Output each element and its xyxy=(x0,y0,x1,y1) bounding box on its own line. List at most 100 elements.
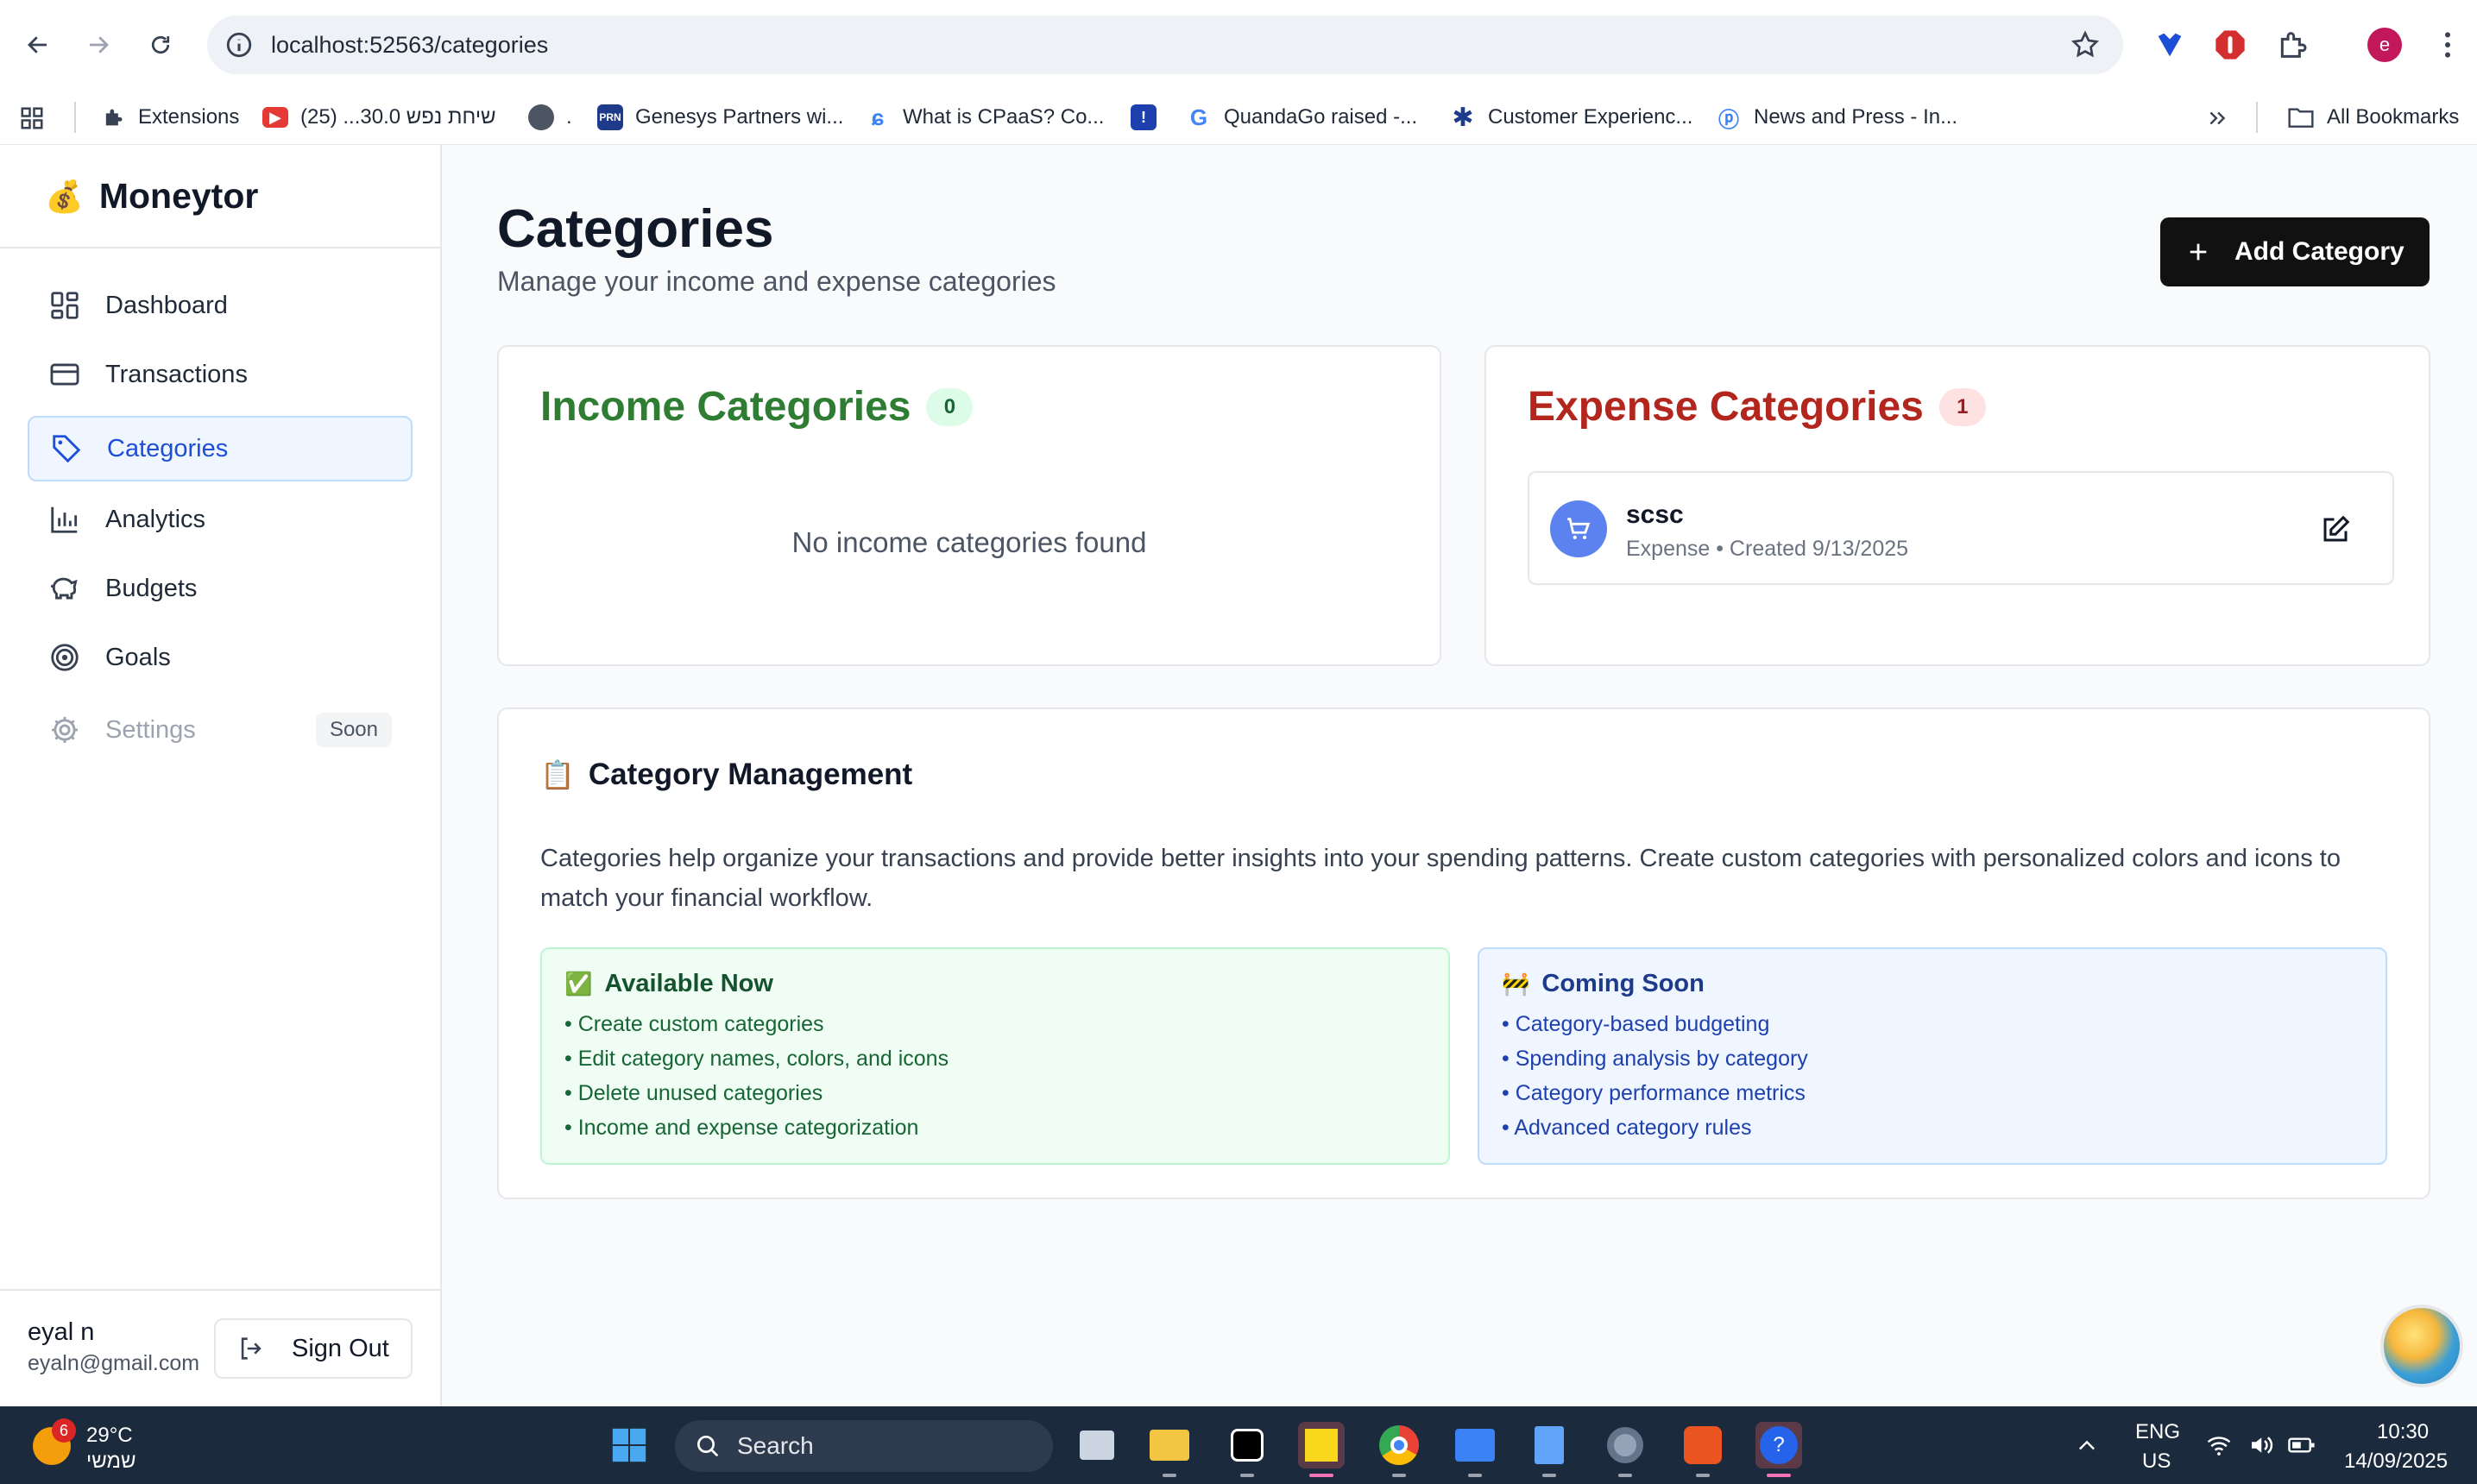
help-app-icon[interactable]: ? xyxy=(1755,1422,1802,1477)
list-item[interactable]: scsc Expense • Created 9/13/2025 xyxy=(1528,471,2394,585)
forward-button[interactable] xyxy=(79,26,117,64)
apps-grid-icon[interactable] xyxy=(19,105,45,131)
bookmark-cpaas[interactable]: ɕ What is CPaaS? Co... xyxy=(865,102,1105,133)
clock-date[interactable]: 14/09/2025 xyxy=(2344,1449,2448,1474)
money-bag-icon: 💰 xyxy=(45,178,84,214)
expense-count-badge: 1 xyxy=(1938,387,1986,426)
sidebar-item-dashboard[interactable]: Dashboard xyxy=(28,273,413,338)
exclaim-icon: ! xyxy=(1131,104,1157,130)
list-item: • Edit category names, colors, and icons xyxy=(564,1047,949,1071)
divider xyxy=(0,1289,440,1291)
tag-icon xyxy=(53,435,81,463)
volume-icon[interactable] xyxy=(2247,1432,2273,1458)
heart-shield-extension-icon[interactable] xyxy=(2152,28,2187,62)
bookmark-customer-experience[interactable]: ✱ Customer Experienc... xyxy=(1450,102,1692,133)
category-meta: Expense • Created 9/13/2025 xyxy=(1626,537,1909,561)
notepad-icon[interactable] xyxy=(1526,1422,1573,1477)
adblock-icon[interactable] xyxy=(2213,28,2247,62)
weather-badge: 6 xyxy=(52,1418,76,1443)
edit-icon[interactable] xyxy=(2320,514,2351,545)
taskbar-search[interactable]: Search xyxy=(675,1420,1053,1472)
management-title: Category Management xyxy=(588,758,913,791)
arrow-left-icon xyxy=(28,36,47,53)
battery-icon[interactable] xyxy=(2287,1432,2316,1458)
reload-icon xyxy=(151,35,170,54)
brand[interactable]: 💰 Moneytor xyxy=(45,176,258,217)
coming-soon-header: 🚧 Coming Soon xyxy=(1502,970,2363,998)
bookmark-youtube[interactable]: ▶ שיחת נפש 30.0... (25) xyxy=(262,102,496,133)
available-now-title: Available Now xyxy=(604,970,773,997)
sidebar-item-budgets[interactable]: Budgets xyxy=(28,556,413,621)
list-item: • Delete unused categories xyxy=(564,1081,823,1105)
bookmark-exclaim[interactable]: ! xyxy=(1131,102,1157,133)
wifi-icon[interactable] xyxy=(2206,1432,2232,1458)
assistant-avatar-icon[interactable] xyxy=(2380,1305,2463,1387)
chevron-double-right-icon[interactable] xyxy=(2206,107,2228,129)
windows-start-icon[interactable] xyxy=(606,1422,652,1468)
youtube-icon: ▶ xyxy=(262,107,288,128)
profile-avatar[interactable]: e xyxy=(2367,28,2402,62)
sidebar: 💰 Moneytor Dashboard Transactions Catego… xyxy=(0,145,442,1406)
puzzle-icon xyxy=(100,104,126,130)
address-bar[interactable]: localhost:52563/categories xyxy=(207,16,2123,74)
bookmark-star-icon[interactable] xyxy=(2070,29,2101,60)
divider xyxy=(0,247,440,248)
all-bookmarks[interactable]: All Bookmarks xyxy=(2287,102,2459,133)
url-text[interactable]: localhost:52563/categories xyxy=(271,32,548,59)
terminal-app-icon[interactable] xyxy=(1224,1422,1270,1477)
file-explorer-icon[interactable] xyxy=(1146,1422,1193,1477)
sticky-notes-icon[interactable] xyxy=(1298,1422,1345,1477)
bookmark-news[interactable]: ⓟ News and Press - In... xyxy=(1716,102,1957,133)
reload-button[interactable] xyxy=(142,26,180,64)
sidebar-item-settings: Settings Soon xyxy=(28,697,413,763)
bookmark-quandago[interactable]: G QuandaGo raised -... xyxy=(1186,102,1417,133)
all-bookmarks-label: All Bookmarks xyxy=(2327,105,2460,129)
google-icon: G xyxy=(1189,104,1208,130)
income-categories-card: Income Categories 0 No income categories… xyxy=(497,345,1441,666)
ubuntu-icon[interactable] xyxy=(1680,1422,1726,1477)
settings-gear-app-icon[interactable] xyxy=(1602,1422,1648,1477)
language-top[interactable]: ENG xyxy=(2135,1420,2180,1444)
bookmark-label: שיחת נפש 30.0... (25) xyxy=(300,105,496,129)
bookmark-globe[interactable]: . xyxy=(528,102,572,133)
bookmark-label: QuandaGo raised -... xyxy=(1224,105,1418,129)
add-category-button[interactable]: Add Category xyxy=(2160,217,2430,286)
back-button[interactable] xyxy=(19,26,57,64)
info-icon[interactable] xyxy=(224,30,254,60)
available-now-list: • Create custom categories • Edit catego… xyxy=(564,1007,1426,1145)
chevron-up-icon[interactable] xyxy=(2075,1434,2099,1458)
bookmark-extensions[interactable]: Extensions xyxy=(100,102,239,133)
sidebar-item-analytics[interactable]: Analytics xyxy=(28,487,413,552)
coming-soon-list: • Category-based budgeting • Spending an… xyxy=(1502,1007,2363,1145)
coming-soon-title: Coming Soon xyxy=(1541,970,1705,997)
star-cluster-icon: ✱ xyxy=(1452,103,1474,132)
chrome-icon[interactable] xyxy=(1376,1422,1422,1477)
language-bottom[interactable]: US xyxy=(2142,1449,2171,1474)
bookmark-genesys[interactable]: PRN Genesys Partners wi... xyxy=(597,102,843,133)
sidebar-item-label: Budgets xyxy=(105,574,198,602)
category-management-card: 📋 Category Management Categories help or… xyxy=(497,707,2430,1199)
sidebar-item-transactions[interactable]: Transactions xyxy=(28,342,413,407)
sign-out-label: Sign Out xyxy=(292,1334,389,1362)
extensions-puzzle-icon[interactable] xyxy=(2275,28,2310,62)
user-name: eyal n xyxy=(28,1318,95,1346)
clock-time[interactable]: 10:30 xyxy=(2377,1420,2429,1444)
sidebar-item-label: Categories xyxy=(107,434,229,462)
bookmarks-divider xyxy=(74,102,76,133)
photos-app-icon[interactable] xyxy=(1452,1422,1498,1477)
sidebar-item-categories[interactable]: Categories xyxy=(28,416,413,481)
sidebar-item-goals[interactable]: Goals xyxy=(28,625,413,690)
kebab-menu-icon[interactable] xyxy=(2430,28,2465,62)
search-label: Search xyxy=(737,1432,814,1459)
list-item: • Category-based budgeting xyxy=(1502,1012,1770,1036)
sign-out-button[interactable]: Sign Out xyxy=(214,1318,413,1379)
card-icon xyxy=(50,363,79,386)
management-header: 📋 Category Management xyxy=(540,758,912,792)
piggy-bank-icon xyxy=(50,577,78,600)
add-category-label: Add Category xyxy=(2234,237,2405,266)
bookmarks-bar: Extensions ▶ שיחת נפש 30.0... (25) . PRN… xyxy=(0,90,2477,145)
speech-icon: ⓟ xyxy=(1718,108,1739,132)
page-title: Categories xyxy=(497,199,774,259)
swirl-icon: ɕ xyxy=(871,104,885,130)
task-view-icon[interactable] xyxy=(1074,1422,1120,1468)
